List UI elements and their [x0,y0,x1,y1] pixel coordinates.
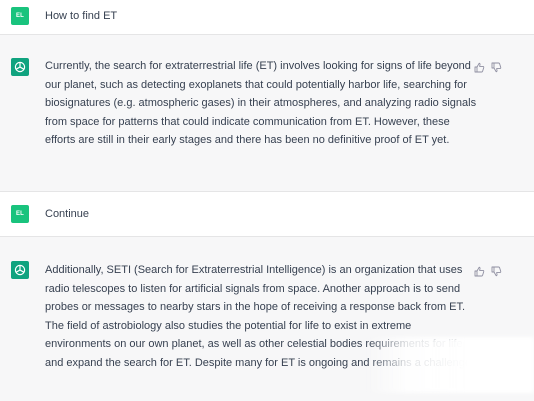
user-message-row: EL How to find ET [0,0,534,34]
feedback-buttons [474,60,502,73]
feedback-buttons [474,264,502,277]
thumbs-up-icon[interactable] [474,60,485,73]
thumbs-down-icon[interactable] [491,264,502,277]
user-message-text: Continue [45,208,90,220]
blurred-overlay [366,337,534,393]
openai-logo-icon [11,261,29,279]
user-avatar: EL [11,7,29,25]
openai-logo-icon [11,58,29,76]
user-avatar: EL [11,205,29,223]
assistant-message-row: Currently, the search for extraterrestri… [0,34,534,192]
thumbs-down-icon[interactable] [491,60,502,73]
thumbs-up-icon[interactable] [474,264,485,277]
user-message-row: EL Continue [0,192,534,236]
user-message-text: How to find ET [45,10,118,22]
assistant-message-text: Currently, the search for extraterrestri… [45,60,477,146]
